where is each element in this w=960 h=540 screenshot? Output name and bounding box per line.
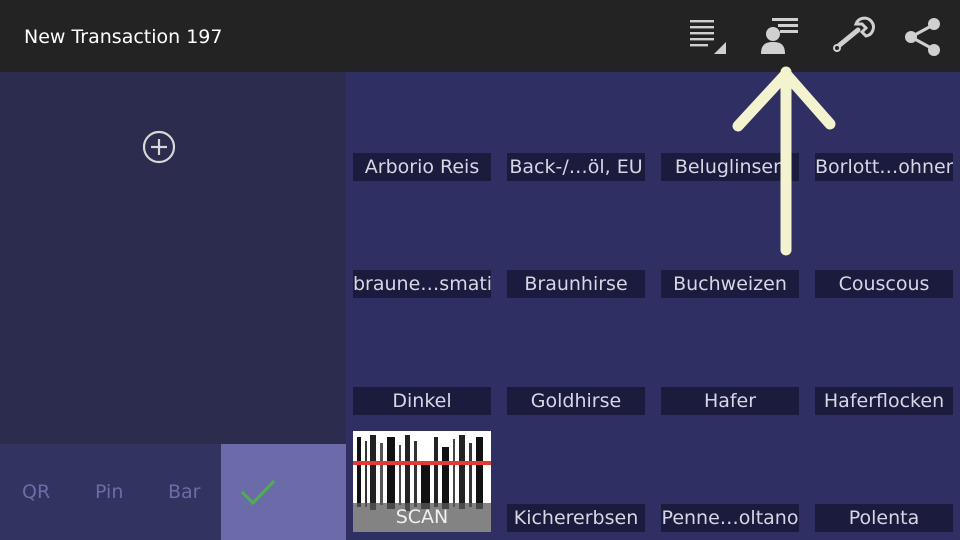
checkmark-icon (240, 479, 276, 506)
contact-list-icon[interactable] (756, 12, 806, 62)
product-tile[interactable]: Polenta (815, 504, 953, 532)
product-tile[interactable]: Goldhirse (507, 387, 645, 415)
product-tile[interactable]: Beluglinsen (661, 153, 799, 181)
list-filter-icon[interactable] (684, 12, 734, 62)
product-tile[interactable]: Haferflocken (815, 387, 953, 415)
product-tile[interactable]: Kichererbsen (507, 504, 645, 532)
payment-method-bar: QR Pin Bar (0, 444, 346, 540)
product-tile[interactable]: Braunhirse (507, 270, 645, 298)
transaction-items-panel (0, 72, 346, 444)
product-tile[interactable]: Dinkel (353, 387, 491, 415)
pin-button[interactable]: Pin (95, 480, 123, 504)
product-tile[interactable]: Arborio Reis (353, 153, 491, 181)
product-tile[interactable]: Borlott…ohnen (815, 153, 953, 181)
product-tile[interactable]: Couscous (815, 270, 953, 298)
page-title: New Transaction 197 (24, 26, 223, 48)
scan-button[interactable]: SCAN (353, 431, 491, 532)
confirm-button[interactable] (221, 444, 346, 540)
add-circle-icon[interactable] (140, 128, 178, 166)
bar-button[interactable]: Bar (168, 480, 201, 504)
product-tile[interactable]: braune…smati (353, 270, 491, 298)
product-tile[interactable]: Hafer (661, 387, 799, 415)
product-tile[interactable]: Penne…oltano (661, 504, 799, 532)
product-tile[interactable]: Back-/…öl, EU (507, 153, 645, 181)
share-icon[interactable] (897, 12, 947, 62)
scan-label: SCAN (353, 503, 491, 532)
action-bar: New Transaction 197 (0, 0, 960, 72)
wrench-icon[interactable] (828, 12, 878, 62)
qr-button[interactable]: QR (22, 480, 50, 504)
product-tile[interactable]: Buchweizen (661, 270, 799, 298)
